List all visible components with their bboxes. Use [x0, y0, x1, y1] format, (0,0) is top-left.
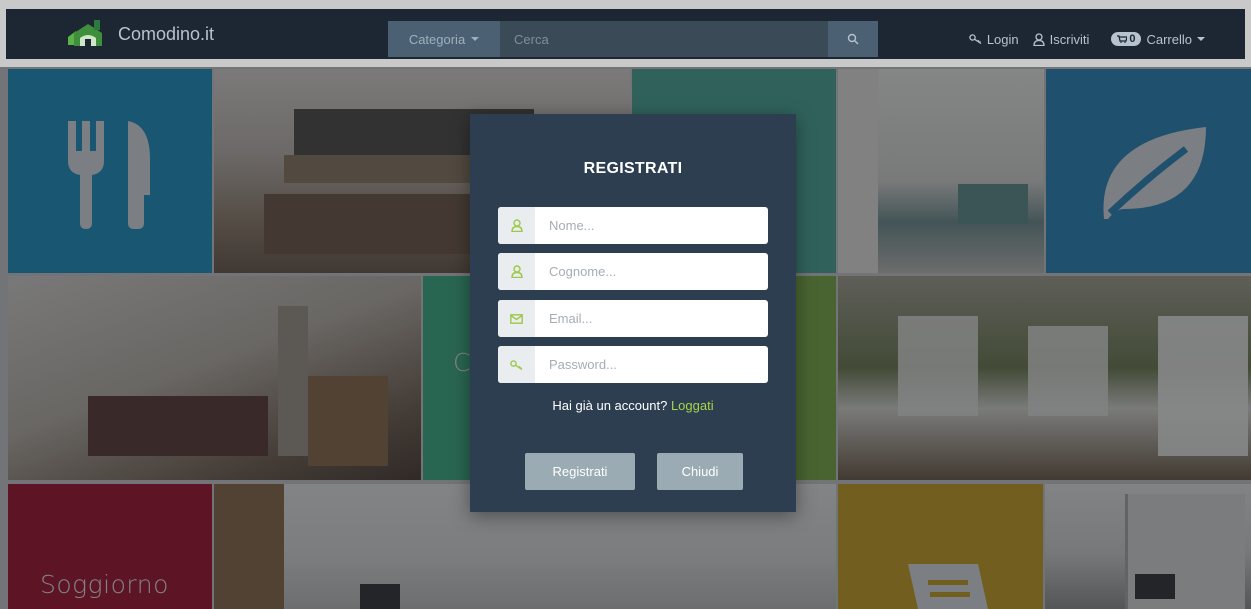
brand-name: Comodino.it — [118, 23, 215, 44]
login-link[interactable]: Login — [969, 32, 1019, 47]
tile-living-text: Soggiorno — [40, 570, 169, 599]
navbar: Comodino.it Categoria Cerca Login Iscriv… — [0, 0, 1251, 67]
user-icon — [510, 265, 523, 278]
modal-title: REGISTRATI — [583, 160, 683, 177]
first-name-input[interactable] — [535, 207, 768, 244]
category-label: Categoria — [408, 31, 466, 47]
tile-garden-icon[interactable] — [1046, 69, 1251, 273]
tile-bathroom-photo[interactable] — [838, 69, 1044, 273]
tile-study-icon[interactable] — [838, 484, 1043, 609]
field-addon — [498, 346, 535, 383]
search-icon — [847, 33, 859, 45]
key-icon — [969, 34, 982, 44]
cart-dropdown[interactable]: 0 Carrello — [1111, 32, 1205, 47]
account-prompt: Hai già un account? Loggati — [470, 398, 796, 413]
search-button[interactable] — [828, 21, 878, 57]
first-name-field[interactable] — [498, 207, 768, 244]
email-input[interactable] — [535, 300, 768, 337]
password-field[interactable] — [498, 346, 768, 383]
tile-kitchen-icon[interactable] — [8, 69, 212, 273]
close-button[interactable]: Chiudi — [657, 453, 743, 490]
search-input[interactable] — [500, 21, 828, 57]
register-button[interactable]: Registrati — [525, 453, 635, 490]
search-group: Categoria — [388, 21, 878, 57]
envelope-icon — [510, 313, 523, 324]
tile-partial-label: C — [453, 348, 471, 377]
field-addon — [498, 300, 535, 337]
tile-bedroom-photo[interactable] — [8, 276, 421, 480]
nav-right: Login Iscriviti 0 Carrello — [969, 21, 1205, 57]
field-addon — [498, 207, 535, 244]
house-logo-icon — [68, 20, 102, 46]
tile-living-label[interactable]: Soggiorno — [8, 484, 212, 609]
cart-badge: 0 — [1111, 32, 1142, 46]
password-input[interactable] — [535, 346, 768, 383]
signup-link[interactable]: Iscriviti — [1032, 31, 1090, 47]
app-root: Comodino.it Categoria Cerca Login Iscriv… — [0, 0, 1251, 609]
email-field[interactable] — [498, 300, 768, 337]
chevron-down-icon — [1197, 37, 1205, 41]
user-icon — [510, 219, 523, 232]
cart-label: Carrello — [1146, 31, 1192, 47]
field-addon — [498, 253, 535, 290]
brand[interactable]: Comodino.it — [66, 19, 214, 49]
signup-label: Iscriviti — [1049, 31, 1090, 47]
tile-outdoor-photo[interactable] — [838, 276, 1251, 480]
cart-icon — [1117, 35, 1128, 43]
cart-count: 0 — [1129, 33, 1136, 45]
tile-office-photo[interactable] — [1045, 484, 1251, 609]
chevron-down-icon — [471, 37, 480, 41]
cutlery-icon — [68, 121, 150, 229]
last-name-field[interactable] — [498, 253, 768, 290]
account-question: Hai già un account? — [552, 398, 668, 413]
login-label: Login — [986, 31, 1019, 47]
last-name-input[interactable] — [535, 253, 768, 290]
category-dropdown[interactable]: Categoria — [388, 21, 500, 57]
book-icon — [908, 564, 988, 609]
modal-login-link[interactable]: Loggati — [671, 398, 714, 413]
signup-modal: REGISTRATI Nome... Cognome... Email... H… — [470, 114, 796, 512]
user-icon — [1032, 32, 1045, 46]
key-icon — [510, 359, 523, 370]
leaf-icon — [1103, 127, 1206, 219]
navbar-bar: Comodino.it Categoria Cerca Login Iscriv… — [6, 9, 1245, 59]
